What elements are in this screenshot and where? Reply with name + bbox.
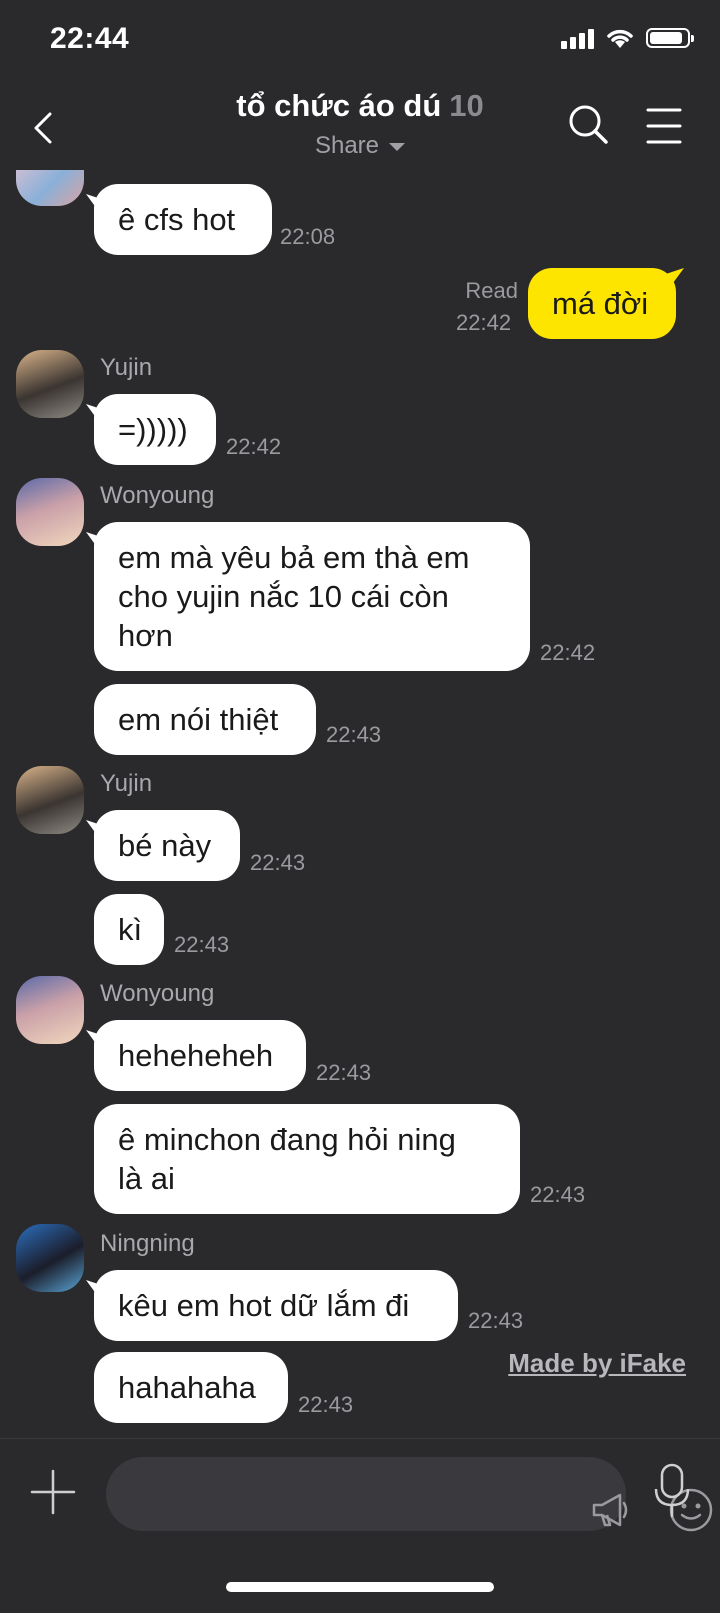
message-input[interactable] <box>106 1457 713 1532</box>
home-indicator[interactable] <box>226 1582 494 1592</box>
message-list[interactable]: ê cfs hot 22:08 Read 22:42 má đời Yujin … <box>0 170 720 1438</box>
menu-icon[interactable] <box>646 106 682 146</box>
avatar-ningning[interactable] <box>16 1224 84 1292</box>
chat-title: tổ chức áo dú <box>236 88 442 123</box>
message-time: 22:43 <box>326 722 382 747</box>
status-bar: 22:44 <box>0 0 720 80</box>
message-bubble[interactable]: ê minchon đang hỏi ning là ai <box>94 1104 520 1214</box>
status-time: 22:44 <box>50 22 130 55</box>
message-bubble[interactable]: kêu em hot dữ lắm đi <box>94 1270 458 1341</box>
battery-fill <box>650 32 682 44</box>
message-time: 22:43 <box>530 1182 586 1207</box>
read-receipt: Read <box>465 278 518 303</box>
share-dropdown[interactable]: Share <box>0 132 720 160</box>
watermark: Made by iFake <box>508 1348 686 1378</box>
battery-icon <box>646 28 694 48</box>
message-bubble[interactable]: em mà yêu bả em thà em cho yujin nắc 10 … <box>94 522 530 671</box>
avatar-yujin[interactable] <box>16 766 84 834</box>
sender-name: Yujin <box>100 770 153 797</box>
avatar-wonyoung[interactable] <box>16 478 84 546</box>
message-bubble[interactable]: hahahaha <box>94 1352 288 1423</box>
message-bubble[interactable]: em nói thiệt <box>94 684 316 755</box>
message-time: 22:42 <box>540 640 596 665</box>
megaphone-icon[interactable] <box>590 1489 632 1531</box>
sender-name: Wonyoung <box>100 482 215 509</box>
message-bubble[interactable]: bé này <box>94 810 240 881</box>
status-icons <box>561 26 694 50</box>
avatar-yujin[interactable] <box>16 350 84 418</box>
message-time: 22:43 <box>468 1308 524 1333</box>
message-bubble[interactable]: heheheheh <box>94 1020 306 1091</box>
chat-title-block[interactable]: tổ chức áo dú 10 Share <box>0 88 720 160</box>
member-count: 10 <box>449 88 484 123</box>
message-bubble[interactable]: =))))) <box>94 394 216 465</box>
message-bubble[interactable]: ê cfs hot <box>94 184 272 255</box>
wifi-icon <box>607 29 633 48</box>
message-time: 22:43 <box>298 1392 354 1417</box>
message-time: 22:42 <box>226 434 282 459</box>
sender-name: Wonyoung <box>100 980 215 1007</box>
avatar[interactable] <box>16 170 84 206</box>
my-message-bubble[interactable]: má đời <box>528 268 676 339</box>
message-time: 22:42 <box>456 310 512 335</box>
search-icon[interactable] <box>566 102 610 146</box>
message-time: 22:43 <box>316 1060 372 1085</box>
mic-icon[interactable] <box>654 1463 690 1519</box>
sender-name: Yujin <box>100 354 153 381</box>
sender-name: Ningning <box>100 1230 195 1257</box>
avatar-wonyoung[interactable] <box>16 976 84 1044</box>
signal-icon <box>561 27 594 49</box>
chat-header: tổ chức áo dú 10 Share <box>0 80 720 170</box>
plus-icon[interactable] <box>30 1469 76 1515</box>
chevron-down-icon <box>389 142 406 151</box>
message-bubble[interactable]: kì <box>94 894 164 965</box>
message-time: 22:43 <box>174 932 230 957</box>
share-label: Share <box>314 132 380 159</box>
message-time: 22:43 <box>250 850 306 875</box>
message-time: 22:08 <box>280 224 336 249</box>
